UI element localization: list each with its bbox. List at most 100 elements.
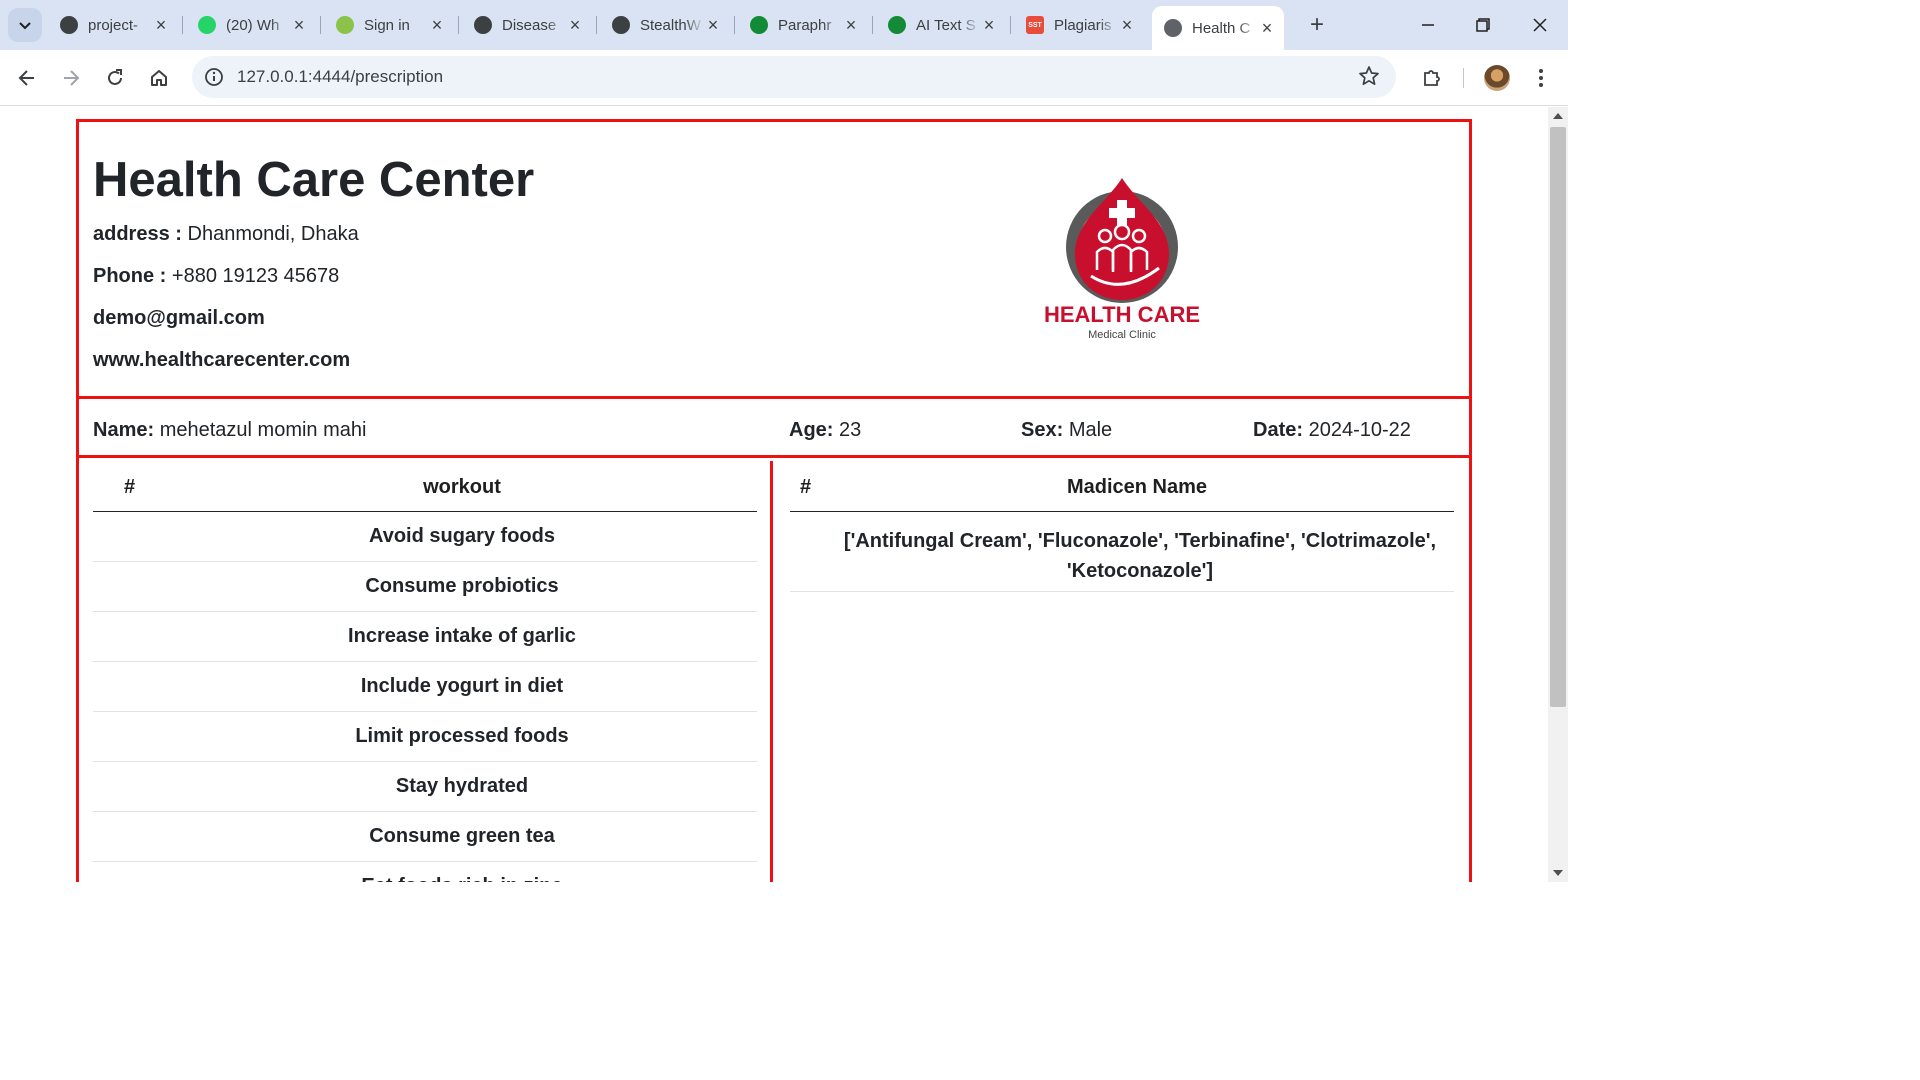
- site-info-button[interactable]: [202, 65, 226, 89]
- tab-close-icon[interactable]: ×: [428, 16, 446, 34]
- clinic-address: address : Dhanmondi, Dhaka: [93, 223, 359, 246]
- age-label: Age:: [789, 419, 834, 441]
- workout-cell: Avoid sugary foods: [369, 525, 555, 547]
- tab-2[interactable]: (20) Wh ×: [186, 8, 316, 42]
- patient-age: Age: 23: [789, 419, 861, 442]
- restore-icon: [1476, 18, 1490, 32]
- tab-title: Disease: [502, 16, 557, 34]
- avatar: [1484, 65, 1510, 91]
- tab-close-icon[interactable]: ×: [290, 16, 308, 34]
- close-window-button[interactable]: [1520, 8, 1560, 42]
- tab-separator: [596, 16, 597, 34]
- tab-search-button[interactable]: [8, 8, 42, 42]
- arrow-left-icon: [18, 70, 34, 86]
- star-icon: [1359, 66, 1379, 86]
- extensions-button[interactable]: [1416, 62, 1448, 94]
- tab-1[interactable]: project- ×: [48, 8, 178, 42]
- page-title: Health Care Center: [93, 153, 535, 207]
- bookmark-button[interactable]: [1358, 65, 1380, 92]
- address-value: Dhanmondi, Dhaka: [187, 223, 359, 245]
- tab-7[interactable]: AI Text S ×: [876, 8, 1006, 42]
- workout-name-header: workout: [423, 476, 501, 498]
- workout-table-body: Avoid sugary foods Consume probiotics Incr…: [93, 512, 757, 882]
- medicine-table-body: ['Antifungal Cream', 'Fluconazole', 'Ter…: [790, 512, 1454, 592]
- tab-6[interactable]: Paraphr ×: [738, 8, 868, 42]
- tab-title: Paraphr: [778, 16, 832, 34]
- tab-close-icon[interactable]: ×: [152, 16, 170, 34]
- tab-close-icon[interactable]: ×: [566, 16, 584, 34]
- forward-button[interactable]: [55, 62, 87, 94]
- medicine-name-header: Madicen Name: [1066, 476, 1208, 498]
- tab-close-icon[interactable]: ×: [1118, 16, 1136, 34]
- table-row: Consume probiotics: [93, 562, 757, 612]
- tab-separator: [872, 16, 873, 34]
- tab-title: StealthW: [640, 16, 701, 34]
- close-icon: [1533, 18, 1547, 32]
- tab-5[interactable]: StealthW ×: [600, 8, 730, 42]
- new-tab-button[interactable]: +: [1302, 10, 1332, 40]
- tab-separator: [320, 16, 321, 34]
- clinic-email: demo@gmail.com: [93, 307, 265, 330]
- table-row: Increase intake of garlic: [93, 612, 757, 662]
- tab-title: Health C: [1192, 19, 1251, 37]
- restore-button[interactable]: [1463, 8, 1503, 42]
- minimize-button[interactable]: [1408, 8, 1448, 42]
- url-text[interactable]: 127.0.0.1:4444/prescription: [237, 67, 443, 87]
- tab-close-icon[interactable]: ×: [704, 16, 722, 34]
- table-row: ['Antifungal Cream', 'Fluconazole', 'Ter…: [790, 512, 1454, 592]
- email-value: demo@gmail.com: [93, 307, 265, 329]
- name-value: mehetazul momin mahi: [159, 419, 367, 441]
- brain-icon: [612, 16, 630, 34]
- home-icon: [151, 70, 167, 86]
- tab-title: project-: [88, 16, 139, 34]
- browser-toolbar: 127.0.0.1:4444/prescription: [0, 50, 1568, 106]
- tab-close-icon[interactable]: ×: [1258, 19, 1276, 37]
- menu-button[interactable]: [1525, 62, 1557, 94]
- age-value: 23: [839, 419, 862, 441]
- tab-close-icon[interactable]: ×: [980, 16, 998, 34]
- patient-name: Name: mehetazul momin mahi: [93, 419, 366, 442]
- workout-cell: Eat foods rich in zinc: [93, 875, 831, 882]
- tab-separator: [734, 16, 735, 34]
- back-button[interactable]: [11, 62, 43, 94]
- toolbar-divider: [1463, 68, 1464, 88]
- more-vertical-icon: [1539, 69, 1543, 87]
- scroll-thumb[interactable]: [1550, 127, 1566, 707]
- reload-icon: [108, 69, 122, 85]
- workout-table-header: # workout: [93, 461, 757, 512]
- id-icon: [336, 16, 354, 34]
- sst-icon: SST: [1026, 16, 1044, 34]
- patient-sex: Sex: Male: [1021, 419, 1112, 442]
- reload-button[interactable]: [99, 62, 131, 94]
- tab-8[interactable]: SST Plagiaris ×: [1014, 8, 1144, 42]
- table-row: Eat foods rich in zinc: [93, 862, 757, 882]
- tab-strip: project- × (20) Wh × Sign in × Disease × Stealth…: [0, 0, 1568, 50]
- prescription-date: Date: 2024-10-22: [1253, 419, 1411, 442]
- logo-title: HEALTH CARE: [1043, 302, 1201, 327]
- globe-icon: [1164, 19, 1182, 37]
- tab-9[interactable]: Health C ×: [1152, 6, 1284, 50]
- scroll-down-icon[interactable]: [1553, 870, 1563, 876]
- tab-close-icon[interactable]: ×: [842, 16, 860, 34]
- project-icon: [60, 16, 78, 34]
- sex-label: Sex:: [1021, 419, 1064, 441]
- tab-4[interactable]: Disease ×: [462, 8, 592, 42]
- date-label: Date:: [1253, 419, 1304, 441]
- whatsapp-icon: [198, 16, 216, 34]
- phone-label: Phone :: [93, 265, 167, 287]
- page-scrollbar[interactable]: [1548, 107, 1568, 882]
- workout-cell: Limit processed foods: [355, 725, 569, 747]
- prescription-card: Health Care Center address : Dhanmondi, …: [76, 119, 1472, 882]
- date-value: 2024-10-22: [1308, 419, 1411, 441]
- robot-icon: [888, 16, 906, 34]
- minimize-icon: [1422, 24, 1434, 26]
- address-bar[interactable]: 127.0.0.1:4444/prescription: [192, 56, 1396, 98]
- tab-separator: [1010, 16, 1011, 34]
- medicine-table-header: # Madicen Name: [790, 461, 1454, 512]
- workout-cell: Include yogurt in diet: [360, 675, 564, 697]
- tab-title: Sign in: [364, 16, 410, 34]
- scroll-up-icon[interactable]: [1553, 113, 1563, 119]
- tab-3[interactable]: Sign in ×: [324, 8, 454, 42]
- profile-button[interactable]: [1481, 62, 1513, 94]
- home-button[interactable]: [143, 62, 175, 94]
